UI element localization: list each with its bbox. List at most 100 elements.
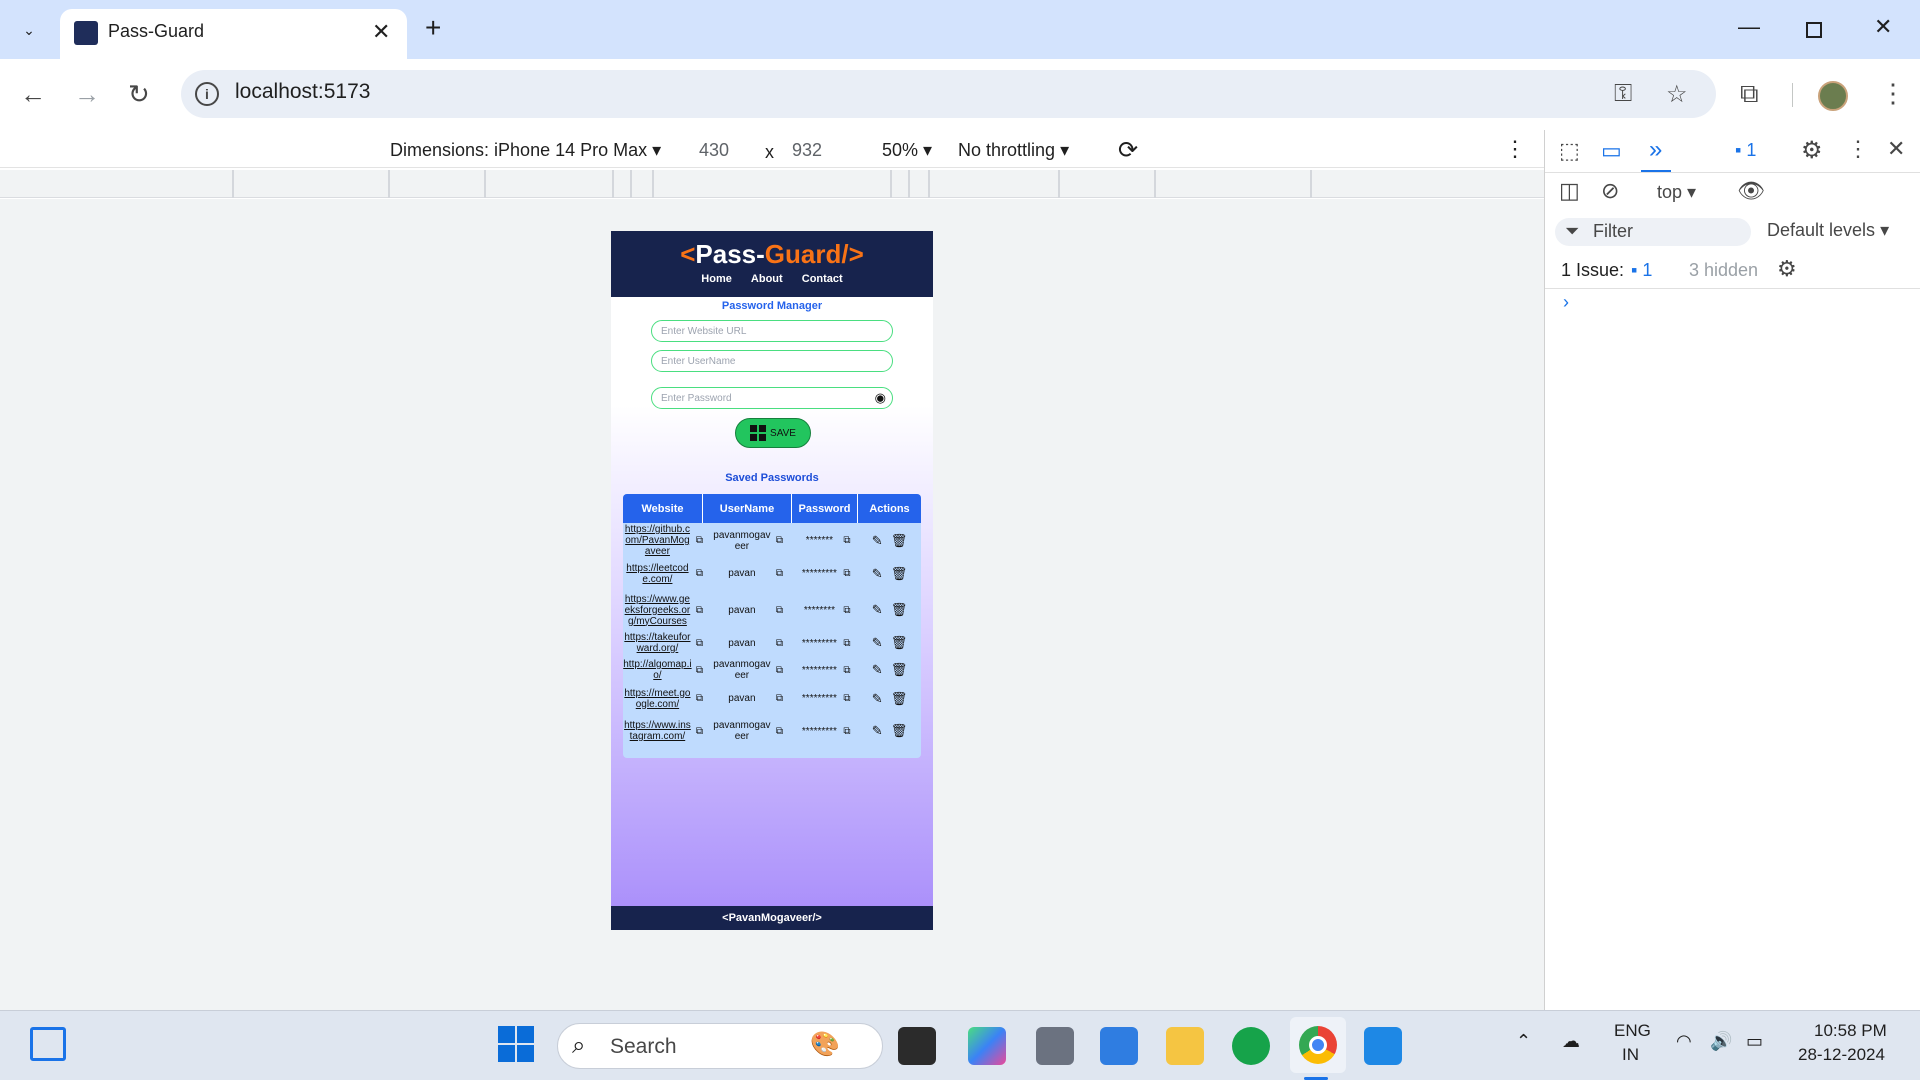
edit-icon[interactable]: ✎ (872, 691, 883, 707)
minimize-icon[interactable]: — (1738, 14, 1760, 40)
copy-icon[interactable]: ⧉ (696, 638, 703, 649)
devtools-settings-icon[interactable]: ⚙ (1801, 136, 1823, 165)
width-field[interactable]: 430 (699, 140, 729, 161)
throttling-select[interactable]: No throttling ▾ (958, 140, 1069, 161)
forward-icon[interactable]: → (74, 79, 100, 110)
website-link[interactable]: https://www.geeksforgeeks.org/myCourses (623, 594, 692, 627)
windows-start-icon[interactable] (498, 1026, 534, 1062)
copy-icon[interactable]: ⧉ (843, 693, 850, 704)
username-input[interactable]: Enter UserName (651, 350, 893, 372)
rotate-icon[interactable]: ⟳ (1118, 136, 1138, 165)
nav-home[interactable]: Home (701, 273, 732, 285)
copy-icon[interactable]: ⧉ (843, 726, 850, 737)
copy-icon[interactable]: ⧉ (776, 726, 783, 737)
copy-icon[interactable]: ⧉ (696, 726, 703, 737)
website-link[interactable]: http://algomap.io/ (623, 659, 692, 681)
sidebar-toggle-icon[interactable]: ◫ (1559, 178, 1580, 204)
copy-icon[interactable]: ⧉ (696, 693, 703, 704)
ruler-segment[interactable] (1154, 170, 1156, 198)
profile-avatar[interactable] (1818, 81, 1848, 111)
live-expression-eye-icon[interactable]: 👁 (1737, 178, 1765, 204)
copy-icon[interactable]: ⧉ (776, 568, 783, 579)
height-field[interactable]: 932 (792, 140, 822, 161)
copilot-icon[interactable] (968, 1027, 1006, 1065)
battery-icon[interactable]: ▭ (1746, 1031, 1763, 1052)
tray-overflow-icon[interactable]: ⌃ (1516, 1031, 1531, 1052)
issues-link[interactable]: ▪ 1 (1631, 260, 1652, 281)
browser-tab[interactable]: Pass-Guard ✕ (60, 9, 407, 59)
delete-trash-icon[interactable]: 🗑 (891, 691, 908, 707)
copy-icon[interactable]: ⧉ (776, 535, 783, 546)
ruler-segment[interactable] (484, 170, 486, 198)
edit-icon[interactable]: ✎ (872, 602, 883, 618)
device-dimensions-select[interactable]: Dimensions: iPhone 14 Pro Max ▾ (390, 140, 661, 161)
copy-icon[interactable]: ⧉ (776, 665, 783, 676)
window-close-icon[interactable]: ✕ (1874, 14, 1892, 40)
edit-icon[interactable]: ✎ (872, 566, 883, 582)
log-levels-select[interactable]: Default levels ▾ (1767, 220, 1889, 241)
clock-date[interactable]: 28-12-2024 (1798, 1045, 1885, 1065)
restore-icon[interactable] (1806, 22, 1822, 38)
copy-icon[interactable]: ⧉ (696, 535, 703, 546)
ruler-segment[interactable] (652, 170, 654, 198)
device-toggle-icon[interactable]: ▭ (1601, 138, 1622, 164)
chrome-menu-icon[interactable]: ⋮ (1880, 78, 1906, 109)
copy-icon[interactable]: ⧉ (776, 693, 783, 704)
language-line2[interactable]: IN (1622, 1045, 1639, 1065)
copy-icon[interactable]: ⧉ (776, 638, 783, 649)
delete-trash-icon[interactable]: 🗑 (891, 602, 908, 618)
nav-contact[interactable]: Contact (802, 273, 843, 285)
ruler-segment[interactable] (928, 170, 930, 198)
site-info-icon[interactable]: i (195, 82, 219, 106)
context-select[interactable]: top ▾ (1657, 182, 1696, 203)
copy-icon[interactable]: ⧉ (843, 605, 850, 616)
zoom-select[interactable]: 50% ▾ (882, 140, 932, 161)
vscode-icon[interactable] (1364, 1027, 1402, 1065)
save-button[interactable]: SAVE (735, 418, 811, 448)
language-line1[interactable]: ENG (1614, 1021, 1651, 1041)
delete-trash-icon[interactable]: 🗑 (891, 533, 908, 549)
taskbar-search[interactable]: ⌕ Search 🎨 (557, 1023, 883, 1069)
notepad-icon[interactable] (1100, 1027, 1138, 1065)
ruler-segment[interactable] (630, 170, 632, 198)
task-view-icon[interactable] (898, 1027, 936, 1065)
more-panels-icon[interactable]: » (1649, 136, 1662, 164)
website-link[interactable]: https://github.com/PavanMogaveer (623, 524, 692, 557)
extensions-icon[interactable]: ⧉ (1740, 78, 1759, 110)
nav-about[interactable]: About (751, 273, 783, 285)
copy-icon[interactable]: ⧉ (696, 665, 703, 676)
clear-console-icon[interactable]: ⊘ (1601, 178, 1619, 204)
file-explorer-icon[interactable] (1166, 1027, 1204, 1065)
devtools-close-icon[interactable]: ✕ (1887, 136, 1905, 162)
password-key-icon[interactable]: ⚿ (1614, 80, 1632, 108)
ruler-segment[interactable] (1310, 170, 1312, 198)
devtools-more-icon[interactable]: ⋮ (1847, 136, 1869, 162)
calculator-icon[interactable] (1036, 1027, 1074, 1065)
ruler-segment[interactable] (890, 170, 892, 198)
website-link[interactable]: https://www.instagram.com/ (623, 720, 692, 742)
password-input[interactable]: Enter Password ◉ (651, 387, 893, 409)
back-icon[interactable]: ← (20, 79, 46, 110)
edit-icon[interactable]: ✎ (872, 635, 883, 651)
reload-icon[interactable]: ↻ (128, 79, 150, 110)
volume-icon[interactable]: 🔊 (1710, 1031, 1732, 1052)
device-more-icon[interactable]: ⋮ (1504, 136, 1526, 162)
ruler-segment[interactable] (232, 170, 234, 198)
website-url-input[interactable]: Enter Website URL (651, 320, 893, 342)
bookmark-star-icon[interactable]: ☆ (1666, 80, 1688, 109)
edit-icon[interactable]: ✎ (872, 723, 883, 739)
console-prompt-icon[interactable]: › (1563, 292, 1569, 313)
edit-icon[interactable]: ✎ (872, 662, 883, 678)
delete-trash-icon[interactable]: 🗑 (891, 723, 908, 739)
clock-time[interactable]: 10:58 PM (1814, 1021, 1887, 1041)
delete-trash-icon[interactable]: 🗑 (891, 662, 908, 678)
copy-icon[interactable]: ⧉ (843, 535, 850, 546)
address-bar[interactable]: i localhost:5173 ⚿ ☆ (181, 70, 1716, 118)
filter-input[interactable]: ⏷ Filter (1555, 218, 1751, 246)
delete-trash-icon[interactable]: 🗑 (891, 566, 908, 582)
issues-badge[interactable]: ▪ 1 (1735, 140, 1756, 161)
console-settings-icon[interactable]: ⚙ (1777, 256, 1797, 282)
copy-icon[interactable]: ⧉ (843, 638, 850, 649)
widgets-icon[interactable] (30, 1027, 66, 1061)
ruler-segment[interactable] (908, 170, 910, 198)
